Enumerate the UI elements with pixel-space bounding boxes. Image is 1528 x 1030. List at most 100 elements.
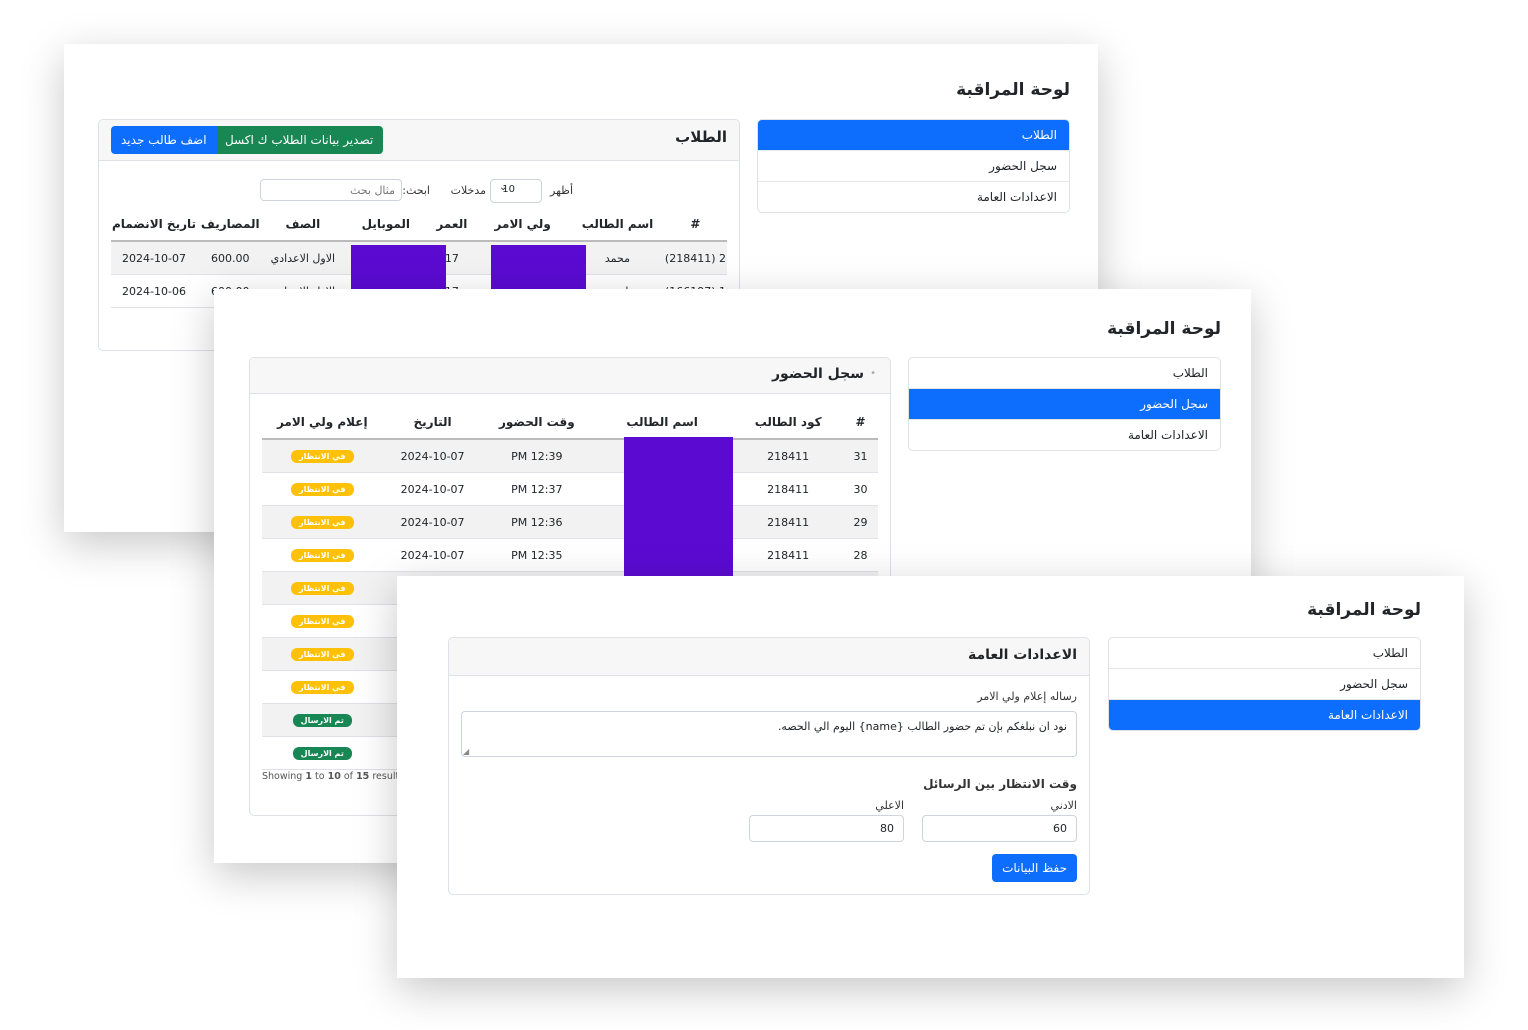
- wait-time-label: وقت الانتظار بين الرسائل: [923, 777, 1077, 791]
- cell-time: 12:39 PM: [482, 439, 591, 473]
- col-header: اسم الطالب: [571, 208, 664, 242]
- search-label: ابحث:: [402, 184, 430, 197]
- show-label: أظهر: [550, 184, 573, 197]
- min-value: 60: [1053, 822, 1067, 835]
- dashboard-title: لوحة المراقبة: [1107, 319, 1221, 339]
- table-row[interactable]: 28 218411 12:35 PM 2024-10-07 في الانتظار: [262, 538, 878, 572]
- card-title: سجل الحضور: [771, 366, 864, 382]
- cell-notify-status: في الانتظار: [262, 472, 383, 506]
- cell-joined: 2024-10-07: [111, 241, 198, 275]
- cell-n: 28: [843, 538, 878, 572]
- settings-window: لوحة المراقبة الطلاب سجل الحضور الاعدادا…: [397, 576, 1464, 978]
- redacted-student-names: [624, 437, 733, 577]
- chevron-down-icon: ⌄: [499, 182, 508, 193]
- pagination-total: 15: [356, 771, 370, 782]
- cell-n: 31: [843, 439, 878, 473]
- col-header: كود الطالب: [733, 406, 844, 440]
- col-header: #: [663, 208, 727, 242]
- nav-item-attendance[interactable]: سجل الحضور: [1109, 669, 1420, 700]
- dashboard-title: لوحة المراقبة: [956, 80, 1070, 100]
- min-wait-input[interactable]: 60: [922, 815, 1077, 842]
- status-badge: تم الارسال: [292, 747, 352, 760]
- cell-date: 2024-10-07: [382, 439, 483, 473]
- cell-grade: الاول الاعدادي: [263, 241, 343, 275]
- nav-item-students[interactable]: الطلاب: [909, 358, 1220, 389]
- pagination-to-word: to: [315, 771, 325, 782]
- col-header: العمر: [429, 208, 475, 242]
- cell-code: 218411: [733, 538, 844, 572]
- pagination-of-word: of: [343, 771, 354, 782]
- cell-fees: 600.00: [197, 241, 264, 275]
- cell-time: 12:37 PM: [482, 472, 591, 506]
- table-row[interactable]: 29 218411 12:36 PM 2024-10-07 في الانتظار: [262, 505, 878, 539]
- col-header: الموبايل: [342, 208, 430, 242]
- nav-item-settings[interactable]: الاعدادات العامة: [909, 420, 1220, 450]
- col-header: وقت الحضور: [482, 406, 591, 440]
- cell-date: 2024-10-07: [382, 472, 483, 506]
- col-header: #: [843, 406, 878, 440]
- nav-item-settings[interactable]: الاعدادات العامة: [758, 182, 1069, 212]
- students-card-header: الطلاب تصدير بيانات الطلاب ك اكسل اضف طا…: [99, 120, 739, 161]
- cell-id: 2 (218411): [663, 241, 727, 275]
- cell-notify-status: في الانتظار: [262, 670, 383, 704]
- message-textarea[interactable]: نود ان نبلغكم بإن تم حضور الطالب {name} …: [461, 711, 1077, 757]
- cell-notify-status: في الانتظار: [262, 604, 383, 638]
- pagination-to: 10: [327, 771, 341, 782]
- cell-n: 30: [843, 472, 878, 506]
- sidebar-nav: الطلاب سجل الحضور الاعدادات العامة: [1108, 637, 1421, 731]
- nav-item-students[interactable]: الطلاب: [1109, 638, 1420, 669]
- message-value: نود ان نبلغكم بإن تم حضور الطالب {name} …: [777, 720, 1067, 733]
- status-badge: في الانتظار: [291, 582, 354, 595]
- col-header: ولي الامر: [474, 208, 572, 242]
- cell-time: 12:36 PM: [482, 505, 591, 539]
- cell-notify-status: في الانتظار: [262, 439, 383, 473]
- status-badge: تم الارسال: [292, 714, 352, 727]
- cell-joined: 2024-10-06: [111, 274, 198, 308]
- max-wait-input[interactable]: 80: [749, 815, 904, 842]
- col-header: إعلام ولي الامر: [262, 406, 383, 440]
- col-header: اسم الطالب: [590, 406, 734, 440]
- nav-item-attendance[interactable]: سجل الحضور: [758, 151, 1069, 182]
- cell-time: 12:35 PM: [482, 538, 591, 572]
- col-header: المصاريف: [197, 208, 264, 242]
- cell-code: 218411: [733, 472, 844, 506]
- status-badge: في الانتظار: [291, 615, 354, 628]
- cell-notify-status: في الانتظار: [262, 505, 383, 539]
- card-title: الاعدادات العامة: [968, 647, 1077, 663]
- table-row[interactable]: 31 218411 12:39 PM 2024-10-07 في الانتظار: [262, 439, 878, 473]
- add-student-button[interactable]: اضف طالب جديد: [111, 126, 217, 154]
- status-badge: في الانتظار: [291, 516, 354, 529]
- message-label: رساله إعلام ولي الامر: [977, 690, 1077, 703]
- pagination-prefix: Showing: [262, 771, 303, 782]
- max-value: 80: [880, 822, 894, 835]
- nav-item-students[interactable]: الطلاب: [758, 120, 1069, 151]
- settings-card: الاعدادات العامة رساله إعلام ولي الامر ن…: [448, 637, 1090, 895]
- cell-date: 2024-10-07: [382, 538, 483, 572]
- status-badge: في الانتظار: [291, 483, 354, 496]
- max-label: الاعلي: [875, 799, 904, 812]
- nav-item-attendance[interactable]: سجل الحضور: [909, 389, 1220, 420]
- attendance-card-header: • سجل الحضور: [250, 358, 890, 394]
- pagination-from: 1: [305, 771, 312, 782]
- search-input[interactable]: [260, 179, 402, 201]
- save-settings-button[interactable]: حفظ البيانات: [992, 854, 1077, 882]
- cell-notify-status: في الانتظار: [262, 637, 383, 671]
- cell-notify-status: في الانتظار: [262, 538, 383, 572]
- cell-notify-status: تم الارسال: [262, 736, 383, 770]
- resize-handle-icon[interactable]: ◢: [463, 747, 469, 756]
- card-title: الطلاب: [675, 128, 727, 146]
- export-excel-button[interactable]: تصدير بيانات الطلاب ك اكسل: [215, 126, 384, 154]
- page-size-select[interactable]: 10 ⌄: [490, 179, 542, 203]
- bullet-icon: •: [870, 368, 876, 379]
- table-row[interactable]: 30 218411 12:37 PM 2024-10-07 في الانتظار: [262, 472, 878, 506]
- min-label: الادني: [1050, 799, 1077, 812]
- entries-label: مدخلات: [450, 184, 486, 197]
- table-header-row: # اسم الطالب ولي الامر العمر الموبايل ال…: [111, 208, 727, 242]
- col-header: تاريخ الانضمام: [111, 208, 198, 242]
- sidebar-nav: الطلاب سجل الحضور الاعدادات العامة: [908, 357, 1221, 451]
- sidebar-nav: الطلاب سجل الحضور الاعدادات العامة: [757, 119, 1070, 213]
- cell-code: 218411: [733, 439, 844, 473]
- nav-item-settings[interactable]: الاعدادات العامة: [1109, 700, 1420, 730]
- pagination-info: Showing 1 to 10 of 15 results: [262, 771, 404, 782]
- settings-card-header: الاعدادات العامة: [449, 638, 1089, 676]
